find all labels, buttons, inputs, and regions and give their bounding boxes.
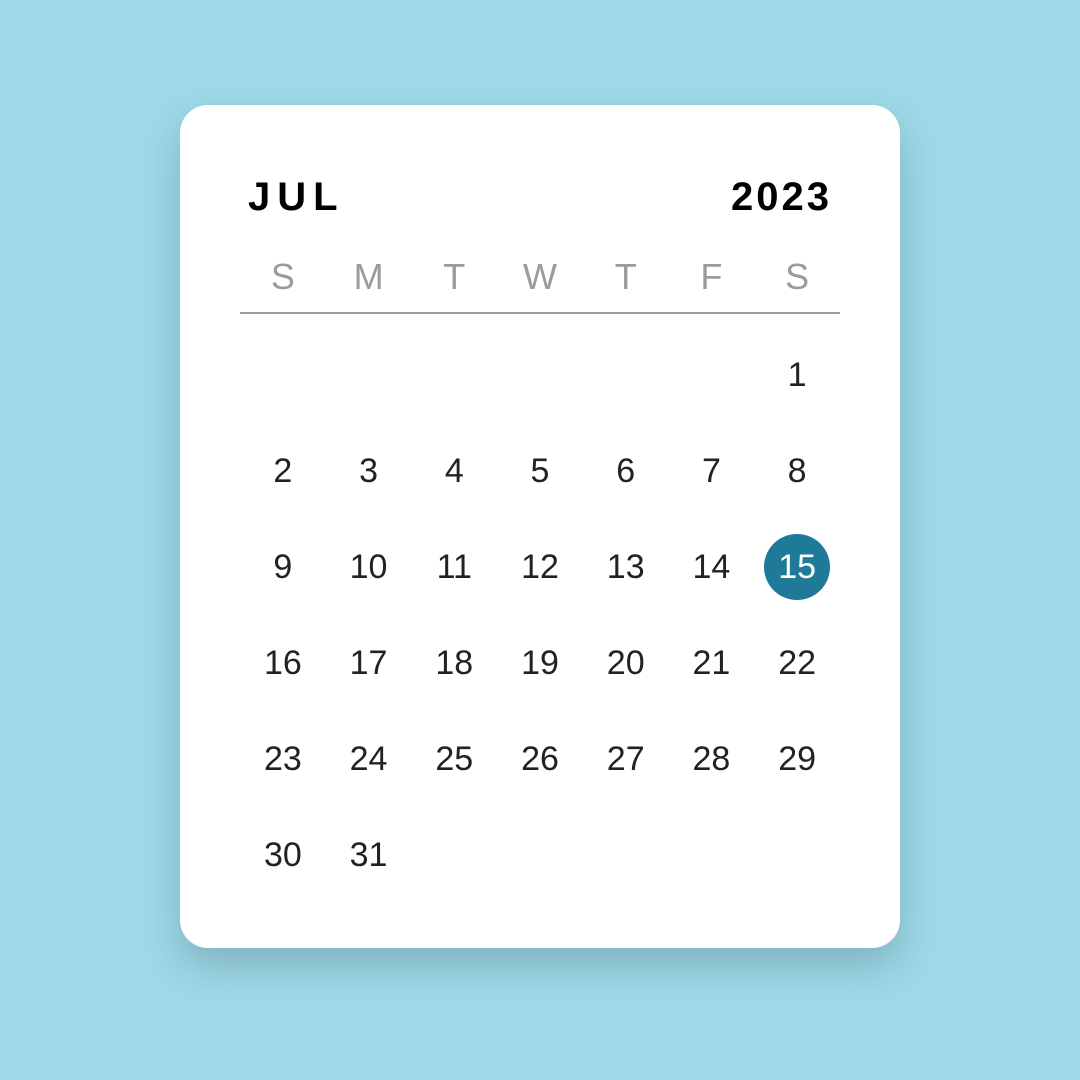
day-label: 31 — [350, 836, 388, 875]
day-label: 15 — [764, 534, 830, 600]
day-label: 11 — [437, 548, 472, 587]
day-2[interactable]: 2 — [240, 438, 326, 504]
day-label: 17 — [350, 644, 388, 683]
day-12[interactable]: 12 — [497, 534, 583, 600]
day-9[interactable]: 9 — [240, 534, 326, 600]
day-label: 21 — [693, 644, 731, 683]
day-11[interactable]: 11 — [411, 534, 497, 600]
day-label: 13 — [607, 548, 645, 587]
day-empty — [326, 342, 412, 408]
day-label: 20 — [607, 644, 645, 683]
day-label: 23 — [264, 740, 302, 779]
day-23[interactable]: 23 — [240, 726, 326, 792]
day-label: 24 — [350, 740, 388, 779]
day-empty — [411, 342, 497, 408]
day-16[interactable]: 16 — [240, 630, 326, 696]
day-14[interactable]: 14 — [669, 534, 755, 600]
day-label: 27 — [607, 740, 645, 779]
day-4[interactable]: 4 — [411, 438, 497, 504]
day-label: 18 — [435, 644, 473, 683]
weekday-fri: F — [669, 256, 755, 298]
day-label: 10 — [350, 548, 388, 587]
day-30[interactable]: 30 — [240, 822, 326, 888]
day-label: 28 — [693, 740, 731, 779]
day-label: 29 — [778, 740, 816, 779]
day-label: 4 — [445, 452, 464, 491]
day-8[interactable]: 8 — [754, 438, 840, 504]
day-31[interactable]: 31 — [326, 822, 412, 888]
day-24[interactable]: 24 — [326, 726, 412, 792]
day-18[interactable]: 18 — [411, 630, 497, 696]
day-empty — [669, 342, 755, 408]
day-label: 8 — [788, 452, 807, 491]
day-label: 19 — [521, 644, 559, 683]
day-5[interactable]: 5 — [497, 438, 583, 504]
day-22[interactable]: 22 — [754, 630, 840, 696]
day-label: 3 — [359, 452, 378, 491]
weekday-tue: T — [411, 256, 497, 298]
day-6[interactable]: 6 — [583, 438, 669, 504]
day-3[interactable]: 3 — [326, 438, 412, 504]
day-27[interactable]: 27 — [583, 726, 669, 792]
day-13[interactable]: 13 — [583, 534, 669, 600]
day-29[interactable]: 29 — [754, 726, 840, 792]
day-label: 25 — [435, 740, 473, 779]
days-grid: 1234567891011121314151617181920212223242… — [240, 342, 840, 888]
day-empty — [583, 342, 669, 408]
weekday-wed: W — [497, 256, 583, 298]
day-label: 30 — [264, 836, 302, 875]
year-label[interactable]: 2023 — [731, 175, 832, 220]
weekday-sat: S — [754, 256, 840, 298]
day-empty — [240, 342, 326, 408]
day-label: 26 — [521, 740, 559, 779]
day-26[interactable]: 26 — [497, 726, 583, 792]
day-1[interactable]: 1 — [754, 342, 840, 408]
day-20[interactable]: 20 — [583, 630, 669, 696]
day-label: 22 — [778, 644, 816, 683]
day-label: 9 — [273, 548, 292, 587]
day-7[interactable]: 7 — [669, 438, 755, 504]
day-label: 14 — [693, 548, 731, 587]
day-19[interactable]: 19 — [497, 630, 583, 696]
calendar-card: JUL 2023 S M T W T F S 12345678910111213… — [180, 105, 900, 948]
day-empty — [497, 342, 583, 408]
day-label: 1 — [788, 356, 807, 395]
weekday-sun: S — [240, 256, 326, 298]
month-label[interactable]: JUL — [248, 175, 345, 220]
weekday-mon: M — [326, 256, 412, 298]
day-label: 5 — [531, 452, 550, 491]
day-28[interactable]: 28 — [669, 726, 755, 792]
day-21[interactable]: 21 — [669, 630, 755, 696]
day-label: 16 — [264, 644, 302, 683]
day-label: 6 — [616, 452, 635, 491]
day-17[interactable]: 17 — [326, 630, 412, 696]
day-label: 7 — [702, 452, 721, 491]
day-label: 2 — [273, 452, 292, 491]
weekday-row: S M T W T F S — [240, 256, 840, 314]
day-25[interactable]: 25 — [411, 726, 497, 792]
day-15[interactable]: 15 — [754, 534, 840, 600]
day-label: 12 — [521, 548, 559, 587]
calendar-header: JUL 2023 — [240, 175, 840, 220]
weekday-thu: T — [583, 256, 669, 298]
day-10[interactable]: 10 — [326, 534, 412, 600]
